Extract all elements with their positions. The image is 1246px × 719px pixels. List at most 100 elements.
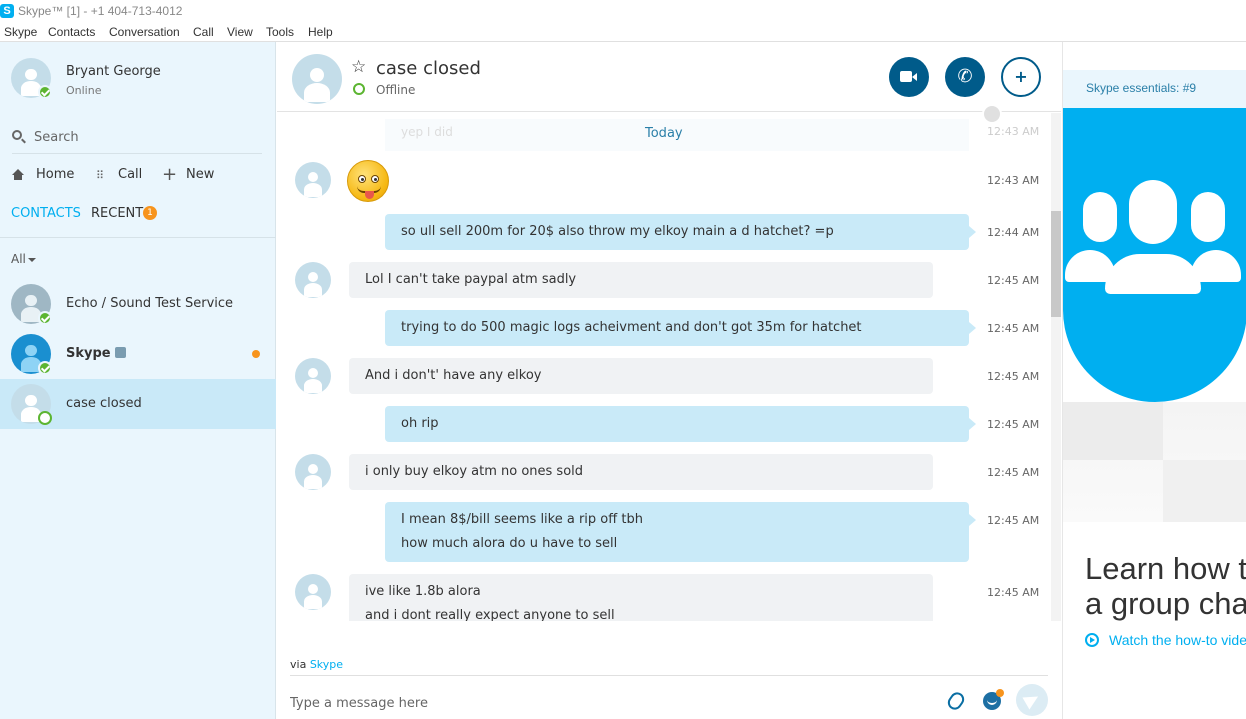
message-text: Lol I can't take paypal atm sadly — [365, 272, 577, 287]
window-title: Skype™ [1] - +1 404-713-4012 — [18, 4, 183, 18]
add-person-icon: + — [1014, 67, 1028, 86]
conversation-title[interactable]: case closed — [376, 58, 481, 79]
send-button[interactable] — [1016, 684, 1048, 716]
message-text: oh rip — [401, 416, 439, 431]
sender-avatar[interactable] — [295, 358, 331, 394]
via-skype-link[interactable]: Skype — [310, 658, 343, 671]
menu-help[interactable]: Help — [308, 25, 333, 39]
home-icon — [12, 169, 24, 180]
conversation-avatar[interactable] — [292, 54, 342, 104]
video-call-button[interactable] — [889, 57, 929, 97]
nav-new[interactable]: + New — [162, 164, 222, 186]
message-bubble-incoming[interactable]: Lol I can't take paypal atm sadly — [349, 262, 933, 298]
audio-call-button[interactable]: ✆ — [945, 57, 985, 97]
message-text: how much alora do u have to sell — [401, 536, 618, 551]
date-divider: Today — [645, 126, 683, 141]
attach-file-icon[interactable] — [945, 689, 967, 713]
phone-icon: ✆ — [957, 66, 973, 87]
message-time: 12:45 AM — [987, 418, 1040, 431]
message-input[interactable] — [290, 692, 890, 714]
add-people-button[interactable]: + — [1001, 57, 1041, 97]
message-bubble-outgoing[interactable]: so ull sell 200m for 20$ also throw my e… — [385, 214, 976, 250]
nav-home[interactable]: Home — [12, 166, 82, 186]
message-time: 12:43 AM — [987, 174, 1040, 187]
essentials-panel: Skype essentials: #9 Learn how to a grou… — [1062, 42, 1246, 719]
sender-avatar[interactable] — [295, 574, 331, 610]
message-bubble-incoming[interactable]: i only buy elkoy atm no ones sold — [349, 454, 933, 490]
message-text: ive like 1.8b alora — [365, 584, 481, 599]
ad-background — [1063, 402, 1246, 522]
online-status-icon — [38, 85, 52, 99]
message-text: trying to do 500 magic logs acheivment a… — [401, 320, 862, 335]
message-bubble-outgoing[interactable]: oh rip — [385, 406, 976, 442]
essentials-title[interactable]: Skype essentials: #9 — [1086, 81, 1196, 95]
message-bubble-outgoing[interactable]: I mean 8$/bill seems like a rip off tbh … — [385, 502, 976, 562]
tab-recent[interactable]: RECENT — [91, 206, 143, 221]
message-scrollbar[interactable] — [1051, 113, 1061, 621]
title-bar: S Skype™ [1] - +1 404-713-4012 — [0, 0, 1246, 22]
essentials-headline: Learn how to a group cha — [1085, 551, 1246, 621]
emoticon-picker-icon[interactable] — [983, 689, 1004, 710]
menu-view[interactable]: View — [227, 25, 253, 39]
message-time: 12:44 AM — [987, 226, 1040, 239]
search-box — [12, 126, 262, 150]
tongue-out-emoticon-icon — [347, 160, 389, 202]
message-text: I mean 8$/bill seems like a rip off tbh — [401, 512, 643, 527]
sender-avatar[interactable] — [295, 162, 331, 198]
tab-contacts[interactable]: CONTACTS — [11, 206, 81, 221]
menu-contacts[interactable]: Contacts — [48, 25, 95, 39]
contact-name: Skype — [66, 346, 126, 361]
message-time: 12:45 AM — [987, 514, 1040, 527]
watch-video-link[interactable]: Watch the how-to vide — [1085, 632, 1246, 648]
plus-icon: + — [162, 164, 178, 185]
menu-skype[interactable]: Skype — [4, 25, 37, 39]
message-bubble-incoming[interactable]: And i don't' have any elkoy — [349, 358, 933, 394]
message-time: 12:43 AM — [987, 125, 1040, 138]
message-text: so ull sell 200m for 20$ also throw my e… — [401, 224, 834, 239]
message-time: 12:45 AM — [987, 586, 1040, 599]
via-label: via Skype — [290, 658, 344, 671]
video-camera-icon — [900, 71, 917, 82]
divider — [12, 153, 262, 154]
online-status-icon — [38, 361, 52, 375]
sender-avatar[interactable] — [295, 262, 331, 298]
message-bubble-outgoing[interactable]: trying to do 500 magic logs acheivment a… — [385, 310, 976, 346]
message-time: 12:45 AM — [987, 274, 1040, 287]
contact-name: case closed — [66, 396, 142, 411]
message-list: yep I did 12:43 AM Today 12:43 AM so ull… — [277, 113, 1047, 621]
contact-tabs: CONTACTS RECENT 1 — [0, 202, 276, 238]
message-time: 12:45 AM — [987, 322, 1040, 335]
profile-status[interactable]: Online — [66, 84, 101, 97]
divider — [290, 675, 1048, 676]
scrollbar-thumb[interactable] — [1051, 211, 1061, 317]
offline-status-icon — [38, 411, 52, 425]
nav-call-label: Call — [118, 167, 143, 182]
contact-skype[interactable]: Skype — [0, 329, 276, 379]
menu-conversation[interactable]: Conversation — [109, 25, 180, 39]
menu-tools[interactable]: Tools — [266, 25, 294, 39]
contact-echo[interactable]: Echo / Sound Test Service — [0, 279, 276, 329]
profile-name[interactable]: Bryant George — [66, 64, 161, 79]
offline-status-icon — [353, 83, 365, 95]
favorite-star-icon[interactable]: ☆ — [351, 57, 366, 77]
message-text: and i dont really expect anyone to sell — [365, 608, 615, 621]
message-text: And i don't' have any elkoy — [365, 368, 542, 383]
skype-logo-icon: S — [0, 4, 14, 18]
dialpad-icon: ⠿ — [96, 169, 104, 182]
nav-call[interactable]: ⠿ Call — [96, 166, 146, 186]
message-time: 12:45 AM — [987, 466, 1040, 479]
message-text: i only buy elkoy atm no ones sold — [365, 464, 584, 479]
group-people-illustration-icon — [1063, 108, 1246, 402]
sender-avatar[interactable] — [295, 454, 331, 490]
nav-home-label: Home — [36, 167, 75, 182]
message-bubble-incoming[interactable]: ive like 1.8b alora and i dont really ex… — [349, 574, 933, 621]
search-input[interactable] — [34, 126, 254, 148]
verified-icon — [114, 347, 126, 358]
conversation-header: ☆ case closed Offline ✆ + — [277, 42, 1061, 112]
online-status-icon — [38, 311, 52, 325]
nav-new-label: New — [186, 167, 215, 182]
contacts-filter-dropdown[interactable]: All — [11, 252, 36, 266]
menu-call[interactable]: Call — [193, 25, 214, 39]
contact-case-closed[interactable]: case closed — [0, 379, 276, 429]
play-icon — [1085, 633, 1099, 647]
